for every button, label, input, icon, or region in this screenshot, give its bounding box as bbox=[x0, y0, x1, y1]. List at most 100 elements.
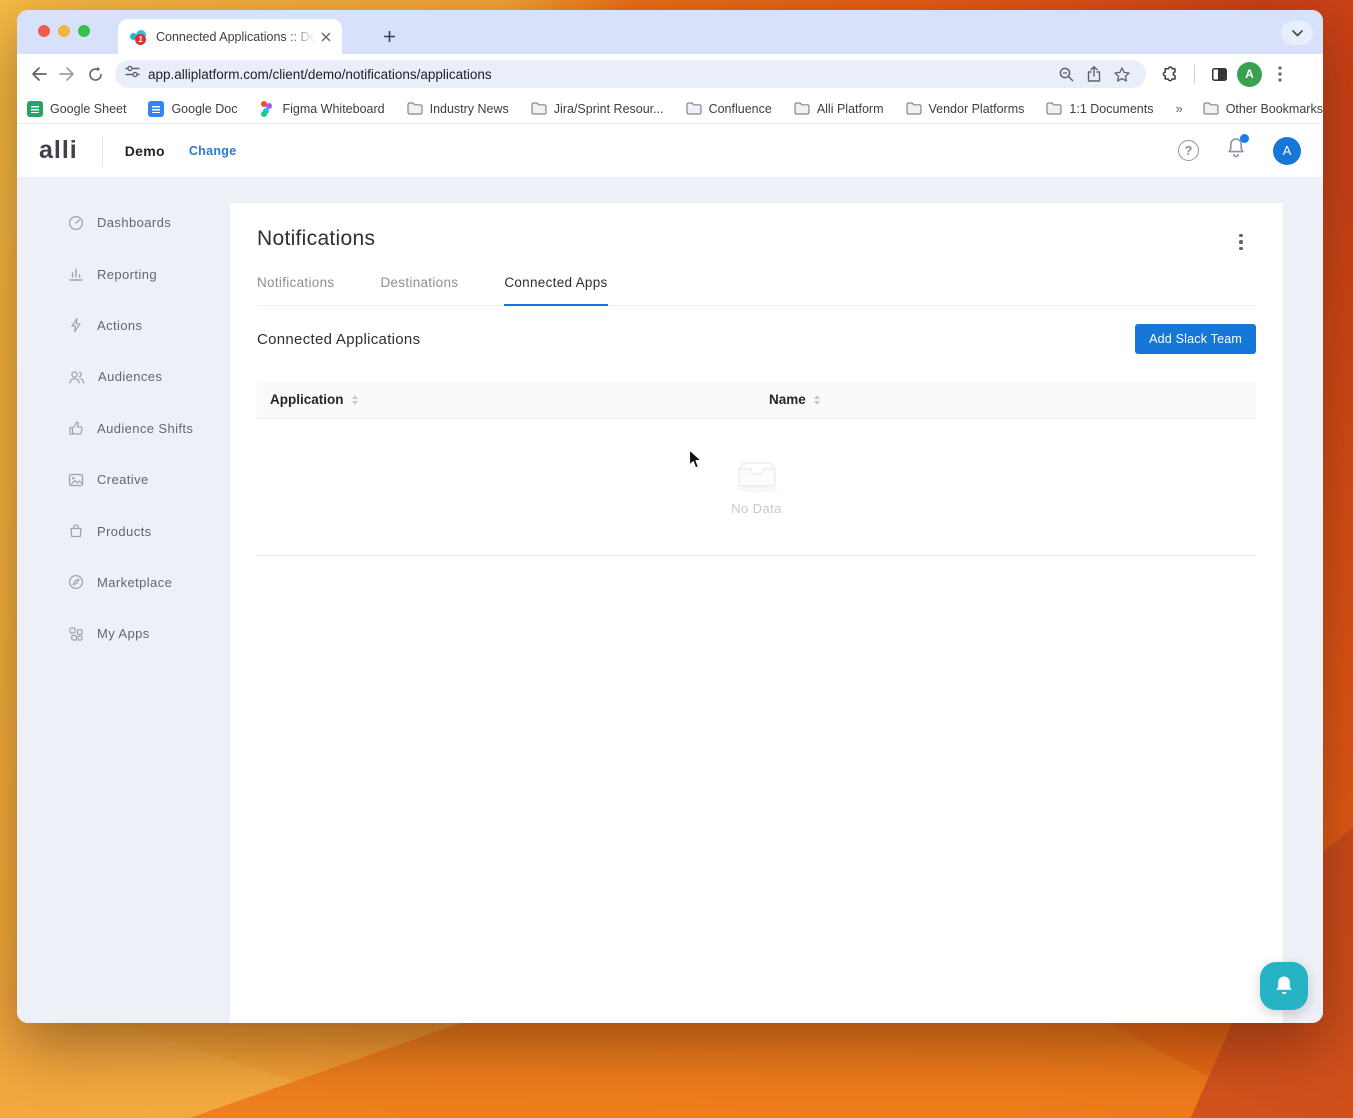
column-name[interactable]: Name bbox=[769, 392, 820, 407]
bookmark-folder-jira-sprint[interactable]: Jira/Sprint Resour... bbox=[531, 102, 664, 116]
bookmark-google-sheet[interactable]: Google Sheet bbox=[27, 101, 126, 117]
image-icon bbox=[68, 472, 84, 488]
site-settings-icon[interactable] bbox=[125, 65, 140, 83]
tab-notifications[interactable]: Notifications bbox=[257, 275, 334, 305]
table-header: Application Name bbox=[257, 381, 1256, 419]
app-body: Dashboards Reporting Actions Audiences bbox=[17, 177, 1323, 1023]
alli-app-page: alli Demo Change ? A bbox=[17, 124, 1323, 1023]
card-menu-icon[interactable] bbox=[1232, 231, 1250, 253]
notifications-bell[interactable] bbox=[1226, 137, 1246, 164]
bookmark-folder-11-documents[interactable]: 1:1 Documents bbox=[1046, 102, 1153, 116]
notifications-card: Notifications Notifications Destinations… bbox=[230, 203, 1283, 1023]
bar-chart-icon bbox=[68, 266, 84, 282]
bookmark-google-doc[interactable]: Google Doc bbox=[148, 101, 237, 117]
new-tab-button[interactable] bbox=[375, 22, 403, 50]
section-title: Connected Applications bbox=[257, 331, 420, 348]
folder-icon bbox=[1203, 102, 1219, 115]
browser-menu-icon[interactable] bbox=[1266, 60, 1294, 88]
sidebar-item-creative[interactable]: Creative bbox=[17, 454, 230, 505]
empty-state: No Data bbox=[257, 419, 1256, 556]
browser-profile-avatar[interactable]: A bbox=[1237, 62, 1262, 87]
page-title: Notifications bbox=[257, 203, 1256, 251]
folder-icon bbox=[407, 102, 423, 115]
reload-icon[interactable] bbox=[81, 60, 109, 88]
url-text[interactable]: app.alliplatform.com/client/demo/notific… bbox=[148, 67, 1052, 82]
people-icon bbox=[68, 369, 85, 385]
bookmark-folder-vendor-platforms[interactable]: Vendor Platforms bbox=[906, 102, 1025, 116]
bookmarks-bar: Google Sheet Google Doc Figma Whiteboard… bbox=[17, 94, 1323, 124]
bookmarks-overflow-icon[interactable]: » bbox=[1175, 101, 1182, 116]
google-docs-icon bbox=[148, 101, 164, 117]
toolbar-actions: A bbox=[1156, 60, 1294, 88]
folder-icon bbox=[906, 102, 922, 115]
bookmark-figma-whiteboard[interactable]: Figma Whiteboard bbox=[259, 101, 384, 117]
tab-search-button[interactable] bbox=[1281, 21, 1313, 45]
tab-title: Connected Applications :: De bbox=[156, 30, 318, 44]
folder-icon bbox=[1046, 102, 1062, 115]
forward-icon[interactable] bbox=[53, 60, 81, 88]
chat-widget-button[interactable] bbox=[1260, 962, 1308, 1010]
share-icon[interactable] bbox=[1080, 60, 1108, 88]
tab-connected-apps[interactable]: Connected Apps bbox=[504, 275, 607, 305]
sidebar: Dashboards Reporting Actions Audiences bbox=[17, 177, 230, 1023]
user-avatar[interactable]: A bbox=[1273, 137, 1301, 165]
desktop: 1 Connected Applications :: De bbox=[0, 0, 1353, 1118]
toolbar-separator bbox=[1194, 65, 1195, 83]
browser-tab[interactable]: 1 Connected Applications :: De bbox=[118, 19, 342, 54]
change-client-link[interactable]: Change bbox=[189, 144, 237, 158]
sidebar-item-products[interactable]: Products bbox=[17, 505, 230, 556]
window-controls bbox=[38, 25, 90, 37]
help-icon[interactable]: ? bbox=[1178, 140, 1199, 161]
favicon-notification-badge: 1 bbox=[135, 34, 146, 45]
add-slack-team-button[interactable]: Add Slack Team bbox=[1135, 324, 1256, 354]
bookmark-folder-alli-platform[interactable]: Alli Platform bbox=[794, 102, 884, 116]
browser-tab-strip: 1 Connected Applications :: De bbox=[17, 10, 1323, 54]
sidebar-item-actions[interactable]: Actions bbox=[17, 300, 230, 351]
header-divider bbox=[102, 136, 103, 166]
fullscreen-window-button[interactable] bbox=[78, 25, 90, 37]
lightning-icon bbox=[68, 317, 84, 333]
bell-filled-icon bbox=[1273, 974, 1295, 998]
client-name: Demo bbox=[125, 143, 165, 159]
other-bookmarks-folder[interactable]: Other Bookmarks bbox=[1203, 102, 1323, 116]
mouse-cursor bbox=[688, 449, 703, 475]
sidebar-item-dashboards[interactable]: Dashboards bbox=[17, 197, 230, 248]
dashboard-icon bbox=[68, 215, 84, 231]
bookmark-folder-industry-news[interactable]: Industry News bbox=[407, 102, 509, 116]
folder-icon bbox=[794, 102, 810, 115]
tab-destinations[interactable]: Destinations bbox=[380, 275, 458, 305]
sort-icon[interactable] bbox=[352, 395, 358, 405]
unread-indicator bbox=[1240, 134, 1249, 143]
figma-icon bbox=[261, 101, 273, 117]
minimize-window-button[interactable] bbox=[58, 25, 70, 37]
tabs: Notifications Destinations Connected App… bbox=[257, 275, 1256, 306]
sidebar-item-my-apps[interactable]: My Apps bbox=[17, 608, 230, 659]
extensions-icon[interactable] bbox=[1156, 60, 1184, 88]
no-data-text: No Data bbox=[731, 501, 782, 516]
close-window-button[interactable] bbox=[38, 25, 50, 37]
folder-icon bbox=[686, 102, 702, 115]
back-icon[interactable] bbox=[25, 60, 53, 88]
google-sheets-icon bbox=[27, 101, 43, 117]
app-header: alli Demo Change ? A bbox=[17, 124, 1323, 177]
sidebar-item-reporting[interactable]: Reporting bbox=[17, 248, 230, 299]
empty-inbox-icon bbox=[732, 459, 782, 493]
thumbs-up-icon bbox=[68, 420, 84, 436]
zoom-icon[interactable] bbox=[1052, 60, 1080, 88]
browser-window: 1 Connected Applications :: De bbox=[17, 10, 1323, 1023]
browser-toolbar: app.alliplatform.com/client/demo/notific… bbox=[17, 54, 1323, 94]
bookmark-folder-confluence[interactable]: Confluence bbox=[686, 102, 772, 116]
apps-icon bbox=[68, 626, 84, 642]
alli-favicon: 1 bbox=[130, 29, 148, 45]
alli-logo[interactable]: alli bbox=[39, 136, 78, 165]
address-bar[interactable]: app.alliplatform.com/client/demo/notific… bbox=[115, 60, 1146, 88]
sidebar-item-audiences[interactable]: Audiences bbox=[17, 351, 230, 402]
compass-icon bbox=[68, 574, 84, 590]
sidebar-item-marketplace[interactable]: Marketplace bbox=[17, 557, 230, 608]
tab-close-icon[interactable] bbox=[318, 29, 334, 45]
side-panel-icon[interactable] bbox=[1205, 60, 1233, 88]
sidebar-item-audience-shifts[interactable]: Audience Shifts bbox=[17, 403, 230, 454]
column-application[interactable]: Application bbox=[257, 392, 769, 407]
sort-icon[interactable] bbox=[814, 395, 820, 405]
bookmark-star-icon[interactable] bbox=[1108, 60, 1136, 88]
